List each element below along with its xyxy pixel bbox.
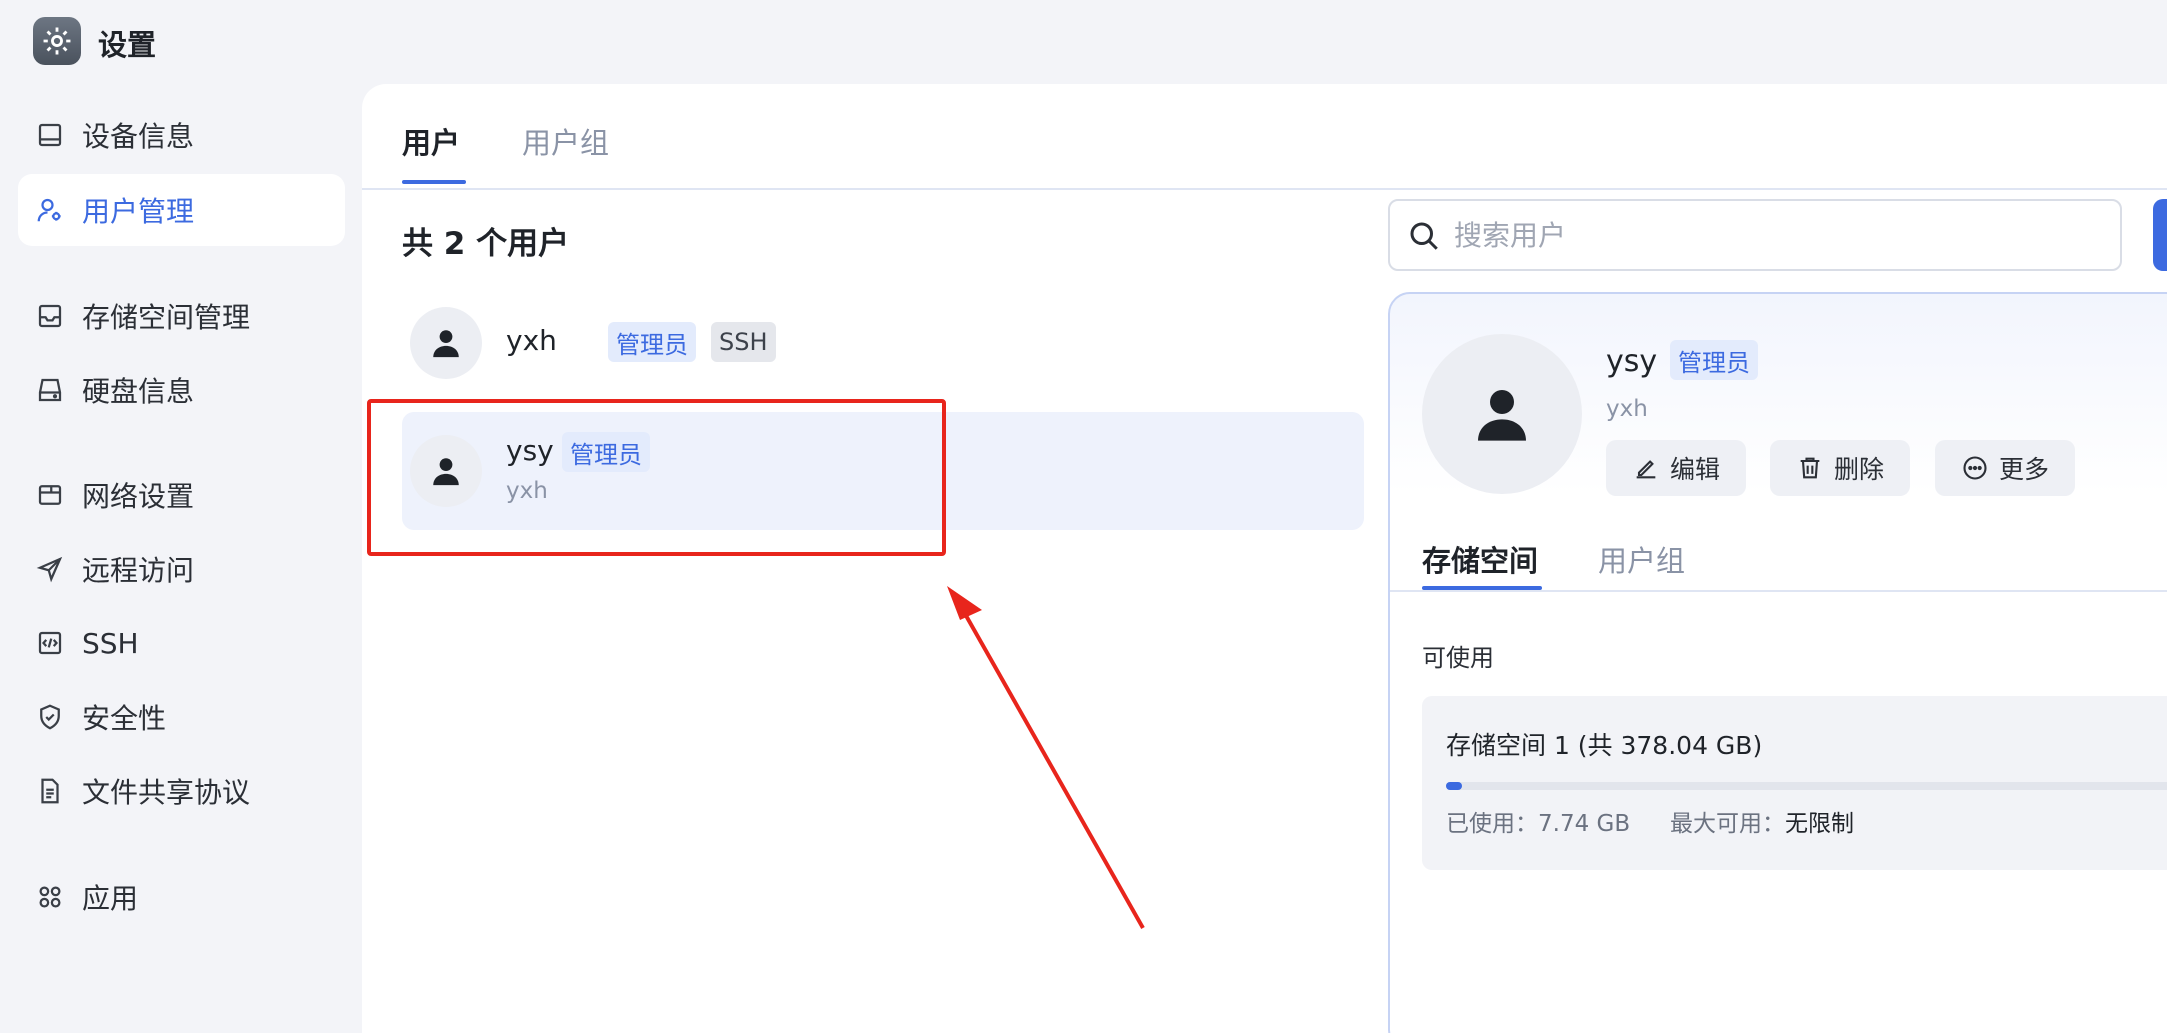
hard-drive-icon xyxy=(34,374,66,406)
sidebar-item-disk-info[interactable]: 硬盘信息 xyxy=(18,354,345,426)
tab-divider xyxy=(1390,590,2167,592)
storage-used: 已使用：7.74 GB xyxy=(1446,804,1630,838)
search-input[interactable] xyxy=(1454,218,2120,252)
search-box xyxy=(1388,199,2122,271)
send-icon xyxy=(34,553,66,585)
edit-button-label: 编辑 xyxy=(1670,455,1721,484)
browser-window-icon xyxy=(34,479,66,511)
storage-progress-bar xyxy=(1446,782,2167,790)
delete-button-label: 删除 xyxy=(1834,455,1885,484)
user-gear-icon xyxy=(34,194,66,226)
apps-grid-icon xyxy=(34,881,66,913)
shield-check-icon xyxy=(34,701,66,733)
tab-user-groups[interactable]: 用户组 xyxy=(522,120,609,162)
sidebar-item-label: 文件共享协议 xyxy=(82,776,251,809)
add-user-button[interactable] xyxy=(2153,199,2167,271)
avatar xyxy=(410,307,482,379)
admin-badge: 管理员 xyxy=(1670,340,1758,380)
sidebar-item-remote-access[interactable]: 远程访问 xyxy=(18,533,345,605)
user-detail-card: ysy 管理员 yxh 编辑 删除 更多 存储空间 用户组 可使用 存储空间 1… xyxy=(1388,292,2167,1033)
user-name: yxh xyxy=(506,324,557,357)
delete-button[interactable]: 删除 xyxy=(1770,440,1911,496)
avatar xyxy=(1422,334,1582,494)
settings-gear-icon xyxy=(33,17,81,65)
detail-user-name: ysy xyxy=(1606,344,1658,379)
sidebar-item-label: 应用 xyxy=(82,882,139,915)
sidebar-item-label: 硬盘信息 xyxy=(82,375,195,408)
sidebar-item-device-info[interactable]: 设备信息 xyxy=(18,99,345,171)
sidebar-item-label: SSH xyxy=(82,626,139,660)
user-row-yxh[interactable]: yxh 管理员 SSH xyxy=(402,295,1364,391)
search-icon xyxy=(1410,222,1438,250)
tab-storage[interactable]: 存储空间 xyxy=(1422,538,1538,580)
storage-progress-fill xyxy=(1446,782,1463,790)
max-value: 无限制 xyxy=(1785,811,1854,837)
edit-button[interactable]: 编辑 xyxy=(1606,440,1747,496)
sidebar-item-label: 安全性 xyxy=(82,702,167,735)
detail-user-group: yxh xyxy=(1606,396,1648,422)
admin-badge: 管理员 xyxy=(608,322,696,362)
sidebar-item-storage-management[interactable]: 存储空间管理 xyxy=(18,280,345,352)
document-icon xyxy=(34,775,66,807)
ssh-badge: SSH xyxy=(711,322,776,362)
sidebar-item-label: 存储空间管理 xyxy=(82,301,251,334)
tab-divider xyxy=(362,188,2167,190)
app-title: 设置 xyxy=(98,28,157,62)
sidebar-item-file-sharing[interactable]: 文件共享协议 xyxy=(18,755,345,827)
max-label: 最大可用： xyxy=(1670,811,1785,837)
active-tab-indicator xyxy=(402,180,466,184)
more-button-label: 更多 xyxy=(1999,455,2050,484)
sidebar-item-apps[interactable]: 应用 xyxy=(18,861,345,933)
sidebar-item-label: 设备信息 xyxy=(82,120,195,153)
annotation-highlight-box xyxy=(367,399,946,556)
sidebar-item-ssh[interactable]: SSH xyxy=(18,607,345,679)
sidebar-item-network-settings[interactable]: 网络设置 xyxy=(18,459,345,531)
more-dots-icon xyxy=(1963,456,1987,480)
sidebar-item-label: 用户管理 xyxy=(82,195,195,228)
trash-icon xyxy=(1800,457,1820,479)
storage-max: 最大可用：无限制 xyxy=(1670,804,1854,838)
available-label: 可使用 xyxy=(1422,644,1494,672)
person-icon xyxy=(433,330,459,358)
inbox-icon xyxy=(34,300,66,332)
monitor-icon xyxy=(34,119,66,151)
storage-card: 存储空间 1 (共 378.04 GB) 已使用：7.74 GB 最大可用：无限… xyxy=(1422,696,2167,870)
tab-detail-user-groups[interactable]: 用户组 xyxy=(1598,538,1685,580)
sidebar-item-label: 远程访问 xyxy=(82,554,195,587)
sidebar-item-user-management[interactable]: 用户管理 xyxy=(18,174,345,246)
title-bar: 设置 xyxy=(0,0,2167,84)
tab-users[interactable]: 用户 xyxy=(402,120,460,162)
code-box-icon xyxy=(34,627,66,659)
used-label: 已使用： xyxy=(1446,811,1538,837)
more-button[interactable]: 更多 xyxy=(1935,440,2076,496)
pencil-icon xyxy=(1636,460,1656,479)
sidebar-item-security[interactable]: 安全性 xyxy=(18,681,345,753)
user-count-heading: 共 2 个用户 xyxy=(402,226,570,262)
person-icon xyxy=(1478,390,1526,441)
sidebar-item-label: 网络设置 xyxy=(82,480,195,513)
used-value: 7.74 GB xyxy=(1538,811,1631,837)
storage-title: 存储空间 1 (共 378.04 GB) xyxy=(1446,731,1763,760)
